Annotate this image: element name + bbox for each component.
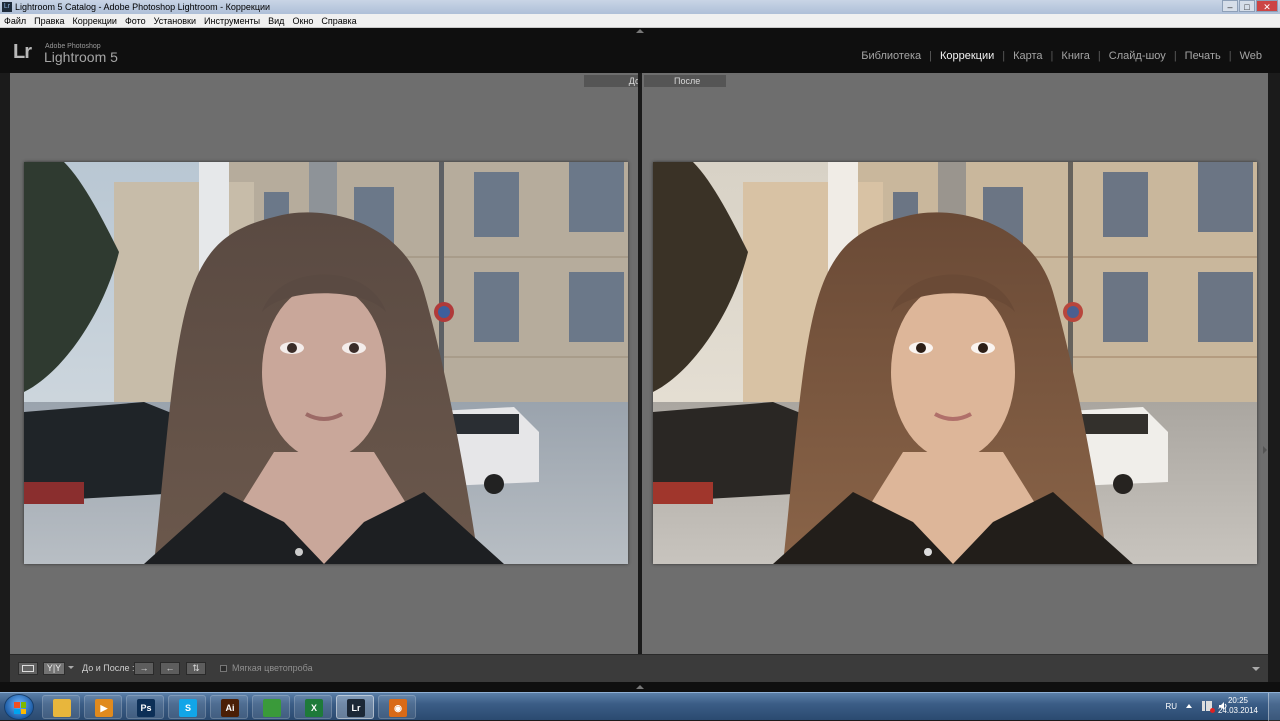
menu-photo[interactable]: Фото [121,14,150,27]
media-player-taskbar-button[interactable]: ▶ [84,695,122,719]
menu-help[interactable]: Справка [317,14,360,27]
excel-icon: X [305,699,323,717]
windows-flag-icon [14,702,26,714]
menu-settings[interactable]: Установки [150,14,200,27]
menu-develop[interactable]: Коррекции [69,14,121,27]
view-mode-dropdown-icon[interactable] [68,666,74,669]
photoshop-taskbar-button[interactable]: Ps [126,695,164,719]
illustrator-taskbar-button[interactable]: Ai [210,695,248,719]
menu-edit[interactable]: Правка [30,14,68,27]
before-after-view-button[interactable]: Y|Y [43,662,65,675]
media-player-icon: ▶ [95,699,113,717]
chrome-taskbar-button[interactable] [252,695,290,719]
filmstrip-bar [0,682,1280,692]
clock-date: 24.03.2014 [1217,706,1258,715]
compare-view: До После [10,73,1268,654]
start-button[interactable] [4,694,34,720]
window-controls: – □ ✕ [1221,0,1278,12]
eye-app-taskbar-button[interactable]: ◉ [378,695,416,719]
loupe-view-button[interactable] [18,662,38,675]
lr-logo: Lr [13,41,32,63]
close-icon[interactable]: ✕ [1256,0,1278,12]
identity-plate: Lr Adobe Photoshop Lightroom 5 Библиотек… [0,28,1280,73]
module-develop[interactable]: Коррекции [932,50,1002,62]
windows-taskbar: ▶ Ps S Ai X Lr ◉ RU 20:25 24.03.2014 [0,692,1280,721]
before-photo[interactable] [24,162,628,564]
module-slideshow[interactable]: Слайд-шоу [1101,50,1174,62]
clock-time: 20:25 [1227,696,1248,705]
show-hidden-icons-icon[interactable] [1186,704,1192,708]
illustrator-icon: Ai [221,699,239,717]
menu-tools[interactable]: Инструменты [200,14,264,27]
chrome-icon [263,699,281,717]
before-photo-image [24,162,628,564]
lightroom-app-icon: Lr [2,2,12,12]
swap-before-after-button[interactable]: ⇅ [186,662,206,675]
after-panel: После [642,73,1268,654]
eye-app-icon: ◉ [389,699,407,717]
product-name: Lightroom 5 [44,49,118,65]
clock[interactable]: 20:25 24.03.2014 [1218,696,1258,716]
photoshop-icon: Ps [137,699,155,717]
lightroom-icon: Lr [347,699,365,717]
module-web[interactable]: Web [1232,50,1270,62]
collapse-right-panel-icon[interactable] [1263,446,1267,454]
menu-file[interactable]: Файл [0,14,30,27]
excel-taskbar-button[interactable]: X [294,695,332,719]
explorer-taskbar-button[interactable] [42,695,80,719]
module-map[interactable]: Карта [1005,50,1050,62]
explorer-icon [53,699,71,717]
before-panel: До [10,73,646,654]
after-label: После [644,75,726,87]
before-label: До [584,75,646,87]
collapse-top-panel-icon[interactable] [636,29,644,33]
toolbar-content-dropdown-icon[interactable] [1252,667,1260,671]
menu-view[interactable]: Вид [264,14,288,27]
toolbar: Y|Y До и После : → ← ⇅ Мягкая цветопроба [10,654,1268,682]
menu-bar: Файл Правка Коррекции Фото Установки Инс… [0,14,1280,28]
menu-window[interactable]: Окно [288,14,317,27]
expand-filmstrip-icon[interactable] [636,685,644,689]
module-picker: Библиотека | Коррекции | Карта | Книга |… [853,50,1270,62]
module-book[interactable]: Книга [1053,50,1098,62]
after-photo[interactable] [653,162,1257,564]
before-after-label: До и После : [82,663,135,673]
minimize-icon[interactable]: – [1222,0,1238,12]
soft-proof-checkbox[interactable] [220,665,227,672]
skype-taskbar-button[interactable]: S [168,695,206,719]
window-title-bar[interactable]: Lr Lightroom 5 Catalog - Adobe Photoshop… [0,0,1280,14]
soft-proof-label[interactable]: Мягкая цветопроба [232,662,313,675]
network-icon[interactable] [1202,701,1215,713]
language-indicator[interactable]: RU [1165,702,1177,711]
copy-before-to-after-button[interactable]: → [134,662,154,675]
module-print[interactable]: Печать [1177,50,1229,62]
skype-icon: S [179,699,197,717]
show-desktop-button[interactable] [1268,693,1280,721]
module-library[interactable]: Библиотека [853,50,929,62]
after-photo-image [653,162,1257,564]
copy-after-to-before-button[interactable]: ← [160,662,180,675]
window-title: Lightroom 5 Catalog - Adobe Photoshop Li… [15,2,271,12]
lightroom-taskbar-button[interactable]: Lr [336,695,374,719]
maximize-icon[interactable]: □ [1239,0,1255,12]
loupe-view-icon [22,665,34,672]
